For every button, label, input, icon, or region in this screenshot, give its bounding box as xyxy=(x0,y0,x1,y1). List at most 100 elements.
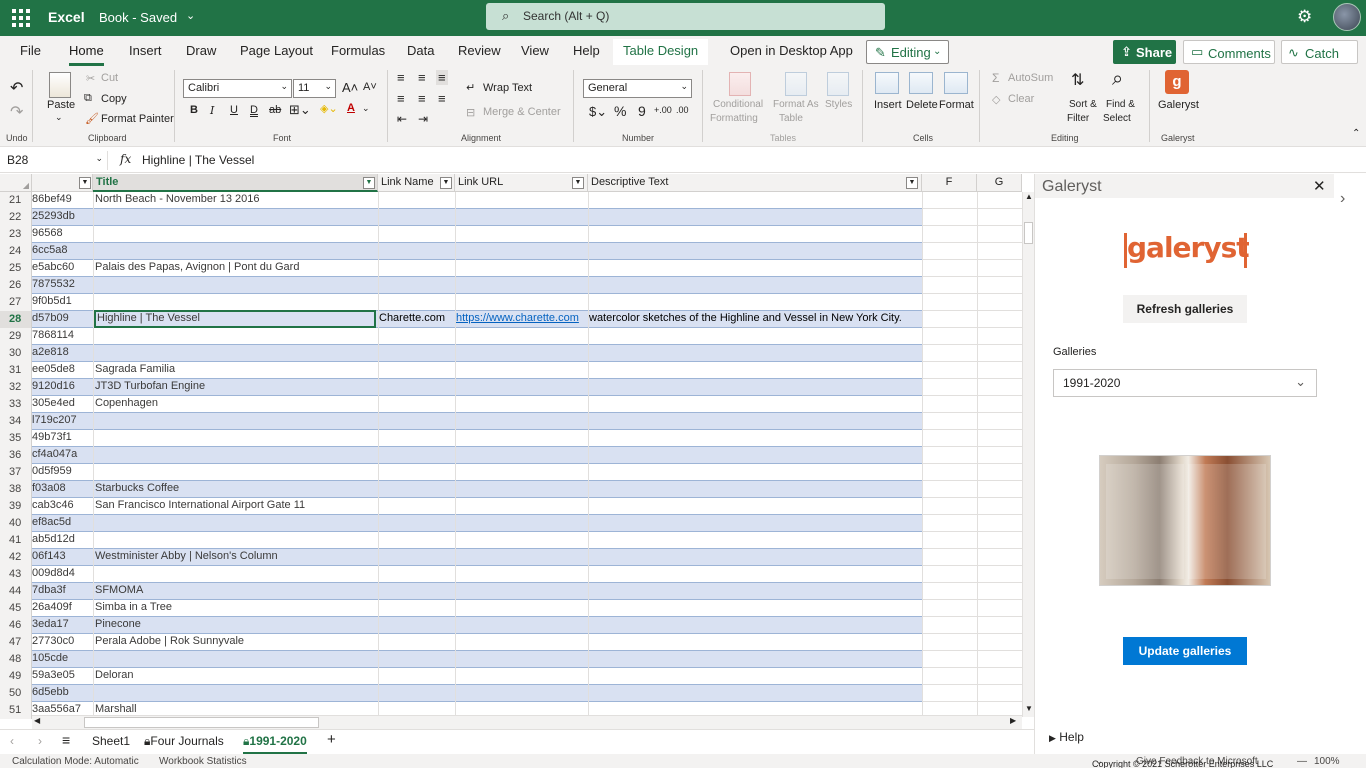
undo-icon[interactable]: ↶ xyxy=(10,78,23,98)
cut-button[interactable]: Cut xyxy=(101,72,118,84)
table-row[interactable]: 105cde xyxy=(32,651,922,668)
cell-id[interactable]: 7868114 xyxy=(32,328,93,344)
clear-button[interactable]: Clear xyxy=(1008,93,1034,105)
table-row[interactable]: 9f0b5d1 xyxy=(32,294,922,311)
zoom-out-icon[interactable]: — xyxy=(1297,756,1307,767)
row-header[interactable]: 29 xyxy=(0,328,32,345)
book-name[interactable]: Book - Saved xyxy=(99,10,177,25)
help-toggle[interactable]: ▶ Help xyxy=(1049,730,1084,744)
column-header-f[interactable]: F xyxy=(922,174,977,192)
tab-page-layout[interactable]: Page Layout xyxy=(240,43,313,58)
worksheet-grid[interactable]: ◢ ▼ Title ▼ Link Name ▼ Link URL ▼ Descr… xyxy=(0,174,1034,729)
tab-draw[interactable]: Draw xyxy=(186,43,216,58)
cell-id[interactable]: l719c207 xyxy=(32,413,93,429)
table-row[interactable]: 26a409f Simba in a Tree xyxy=(32,600,922,617)
empty-cells[interactable] xyxy=(922,634,1022,651)
filter-dropdown-icon[interactable]: ▼ xyxy=(440,177,452,189)
cell-id[interactable]: e5abc60 xyxy=(32,260,93,276)
increase-indent-icon[interactable]: ⇥ xyxy=(418,112,428,126)
row-header[interactable]: 38 xyxy=(0,481,32,498)
prev-sheet-icon[interactable]: ‹ xyxy=(10,734,14,748)
empty-cells[interactable] xyxy=(922,566,1022,583)
table-row[interactable]: 7dba3f SFMOMA xyxy=(32,583,922,600)
empty-cells[interactable] xyxy=(922,277,1022,294)
table-row[interactable]: cab3c46 San Francisco International Airpo… xyxy=(32,498,922,515)
zoom-level[interactable]: 100% xyxy=(1314,756,1340,767)
row-header[interactable]: 26 xyxy=(0,277,32,294)
column-header-g[interactable]: G xyxy=(977,174,1022,192)
empty-cells[interactable] xyxy=(922,447,1022,464)
increase-decimal-icon[interactable]: +.00 xyxy=(654,105,672,115)
row-header[interactable]: 22 xyxy=(0,209,32,226)
table-row[interactable]: 6d5ebb xyxy=(32,685,922,702)
empty-cells[interactable] xyxy=(922,243,1022,260)
empty-cells[interactable] xyxy=(922,600,1022,617)
empty-cells[interactable] xyxy=(922,311,1022,328)
shrink-font-icon[interactable]: A˅ xyxy=(363,81,377,93)
cell-title[interactable] xyxy=(95,243,375,259)
paste-icon[interactable] xyxy=(49,72,71,98)
cell-title[interactable]: Perala Adobe | Rok Sunnyvale xyxy=(95,634,375,650)
cell-title[interactable] xyxy=(95,413,375,429)
cell-id[interactable]: ee05de8 xyxy=(32,362,93,378)
tab-home[interactable]: Home xyxy=(69,43,104,66)
row-header[interactable]: 48 xyxy=(0,651,32,668)
update-galleries-button[interactable]: Update galleries xyxy=(1123,637,1247,665)
cell-id[interactable]: 0d5f959 xyxy=(32,464,93,480)
chevron-down-icon[interactable]: ⌄ xyxy=(55,112,63,123)
empty-cells[interactable] xyxy=(922,685,1022,702)
sheet-tab-1991-2020[interactable]: 🔒︎1991-2020 xyxy=(243,734,307,754)
cell-id[interactable]: f03a08 xyxy=(32,481,93,497)
cell-id[interactable]: a2e818 xyxy=(32,345,93,361)
cell-title[interactable]: Palais des Papas, Avignon | Pont du Gard xyxy=(95,260,375,276)
galeryst-button[interactable]: Galeryst xyxy=(1158,99,1199,111)
cell-title[interactable] xyxy=(95,566,375,582)
tab-formulas[interactable]: Formulas xyxy=(331,43,385,58)
table-row[interactable]: l719c207 xyxy=(32,413,922,430)
empty-cells[interactable] xyxy=(922,413,1022,430)
row-header[interactable]: 50 xyxy=(0,685,32,702)
column-header-descriptive-text[interactable]: Descriptive Text ▼ xyxy=(588,174,922,192)
cell-id[interactable]: 6cc5a8 xyxy=(32,243,93,259)
cell-id[interactable]: 96568 xyxy=(32,226,93,242)
cell-id[interactable]: 009d8d4 xyxy=(32,566,93,582)
cell-title[interactable] xyxy=(95,294,375,310)
cell-title[interactable] xyxy=(95,515,375,531)
table-row[interactable]: cf4a047a xyxy=(32,447,922,464)
cell-title[interactable] xyxy=(95,685,375,701)
row-header[interactable]: 32 xyxy=(0,379,32,396)
cell-id[interactable]: 06f143 xyxy=(32,549,93,565)
wrap-text-button[interactable]: Wrap Text xyxy=(483,82,532,94)
table-row[interactable]: 25293db xyxy=(32,209,922,226)
cell-title[interactable] xyxy=(95,209,375,225)
all-sheets-icon[interactable]: ≡ xyxy=(62,732,70,748)
tab-review[interactable]: Review xyxy=(458,43,501,58)
cell-id[interactable]: 27730c0 xyxy=(32,634,93,650)
comments-button[interactable]: ▭ Comments xyxy=(1183,40,1275,64)
cell-id[interactable]: 49b73f1 xyxy=(32,430,93,446)
app-launcher-icon[interactable] xyxy=(12,9,30,27)
cell-id[interactable]: cab3c46 xyxy=(32,498,93,514)
cell-id[interactable]: 25293db xyxy=(32,209,93,225)
row-header[interactable]: 43 xyxy=(0,566,32,583)
row-header[interactable]: 36 xyxy=(0,447,32,464)
workbook-statistics[interactable]: Workbook Statistics xyxy=(159,756,247,767)
decrease-indent-icon[interactable]: ⇤ xyxy=(397,112,407,126)
empty-cells[interactable] xyxy=(922,294,1022,311)
row-header[interactable]: 25 xyxy=(0,260,32,277)
bold-icon[interactable]: B xyxy=(190,104,198,116)
row-header[interactable]: 51 xyxy=(0,702,32,719)
strikethrough-icon[interactable]: ab xyxy=(269,104,281,116)
column-header-a[interactable]: ▼ xyxy=(32,174,93,192)
cell-id[interactable]: 86bef49 xyxy=(32,192,93,208)
row-header[interactable]: 30 xyxy=(0,345,32,362)
cell-title[interactable]: San Francisco International Airport Gate… xyxy=(95,498,375,514)
table-row[interactable]: 27730c0 Perala Adobe | Rok Sunnyvale xyxy=(32,634,922,651)
cell-id[interactable]: 9f0b5d1 xyxy=(32,294,93,310)
select-all-corner[interactable]: ◢ xyxy=(0,174,32,192)
empty-cells[interactable] xyxy=(922,481,1022,498)
row-header[interactable]: 35 xyxy=(0,430,32,447)
cell-title[interactable]: JT3D Turbofan Engine xyxy=(95,379,375,395)
cell-title[interactable]: Copenhagen xyxy=(95,396,375,412)
cell-title[interactable] xyxy=(95,447,375,463)
